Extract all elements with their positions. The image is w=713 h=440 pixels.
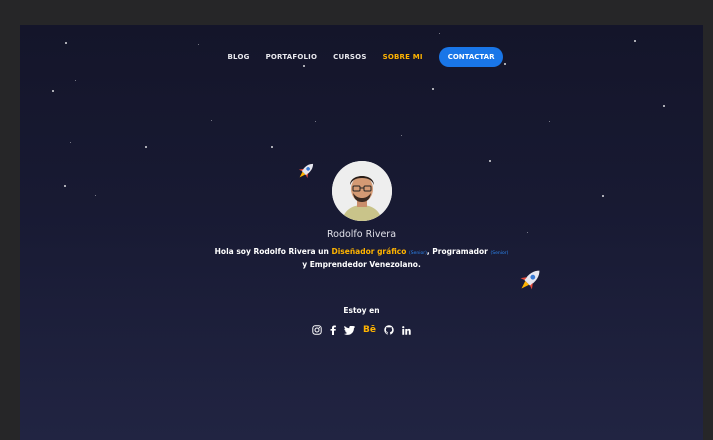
profile-bio: Hola soy Rodolfo Rivera un Diseñador grá… <box>20 246 703 270</box>
star <box>75 80 76 81</box>
facebook-icon[interactable] <box>330 324 336 336</box>
bio-intro: Hola soy Rodolfo Rivera un <box>214 247 332 256</box>
nav-item-cursos[interactable]: CURSOS <box>333 53 366 61</box>
star <box>439 33 440 34</box>
github-icon[interactable] <box>384 324 394 336</box>
star <box>70 142 71 143</box>
bio-line-2: y Emprendedor Venezolano. <box>302 260 421 269</box>
contact-button[interactable]: CONTACTAR <box>438 47 504 67</box>
nav-item-sobre-mi[interactable]: SOBRE MI <box>383 53 423 61</box>
senior-badge: (Senior) <box>490 251 509 256</box>
star <box>315 121 316 122</box>
social-links: Bē <box>20 324 703 336</box>
social-title: Estoy en <box>343 306 380 315</box>
star <box>95 195 96 196</box>
profile-name: Rodolfo Rivera <box>326 229 397 240</box>
behance-icon[interactable]: Bē <box>363 324 376 336</box>
rocket-icon <box>298 163 314 179</box>
star <box>549 121 550 122</box>
star <box>211 120 212 121</box>
star <box>634 40 636 42</box>
top-navigation: BLOG PORTAFOLIO CURSOS SOBRE MI CONTACTA… <box>20 47 703 67</box>
bio-line-1: Hola soy Rodolfo Rivera un Diseñador grá… <box>20 246 703 259</box>
star <box>198 44 199 45</box>
star <box>602 195 604 197</box>
star <box>432 88 434 90</box>
nav-item-blog[interactable]: BLOG <box>228 53 250 61</box>
nav-item-portafolio[interactable]: PORTAFOLIO <box>266 53 318 61</box>
twitter-icon[interactable] <box>344 324 356 336</box>
star <box>64 185 66 187</box>
avatar <box>332 161 392 221</box>
star <box>489 160 491 162</box>
star <box>145 146 147 148</box>
linkedin-icon[interactable] <box>402 324 411 336</box>
star <box>65 42 67 44</box>
instagram-icon[interactable] <box>312 324 322 336</box>
star <box>663 105 665 107</box>
bio-middle: , Programador <box>426 247 491 256</box>
star <box>52 90 54 92</box>
star <box>401 135 402 136</box>
hero-section: BLOG PORTAFOLIO CURSOS SOBRE MI CONTACTA… <box>20 25 703 440</box>
star <box>271 146 273 148</box>
senior-badge: (Senior) <box>408 251 427 256</box>
bio-role-designer: Diseñador gráfico <box>331 247 407 256</box>
profile-photo <box>332 161 392 221</box>
